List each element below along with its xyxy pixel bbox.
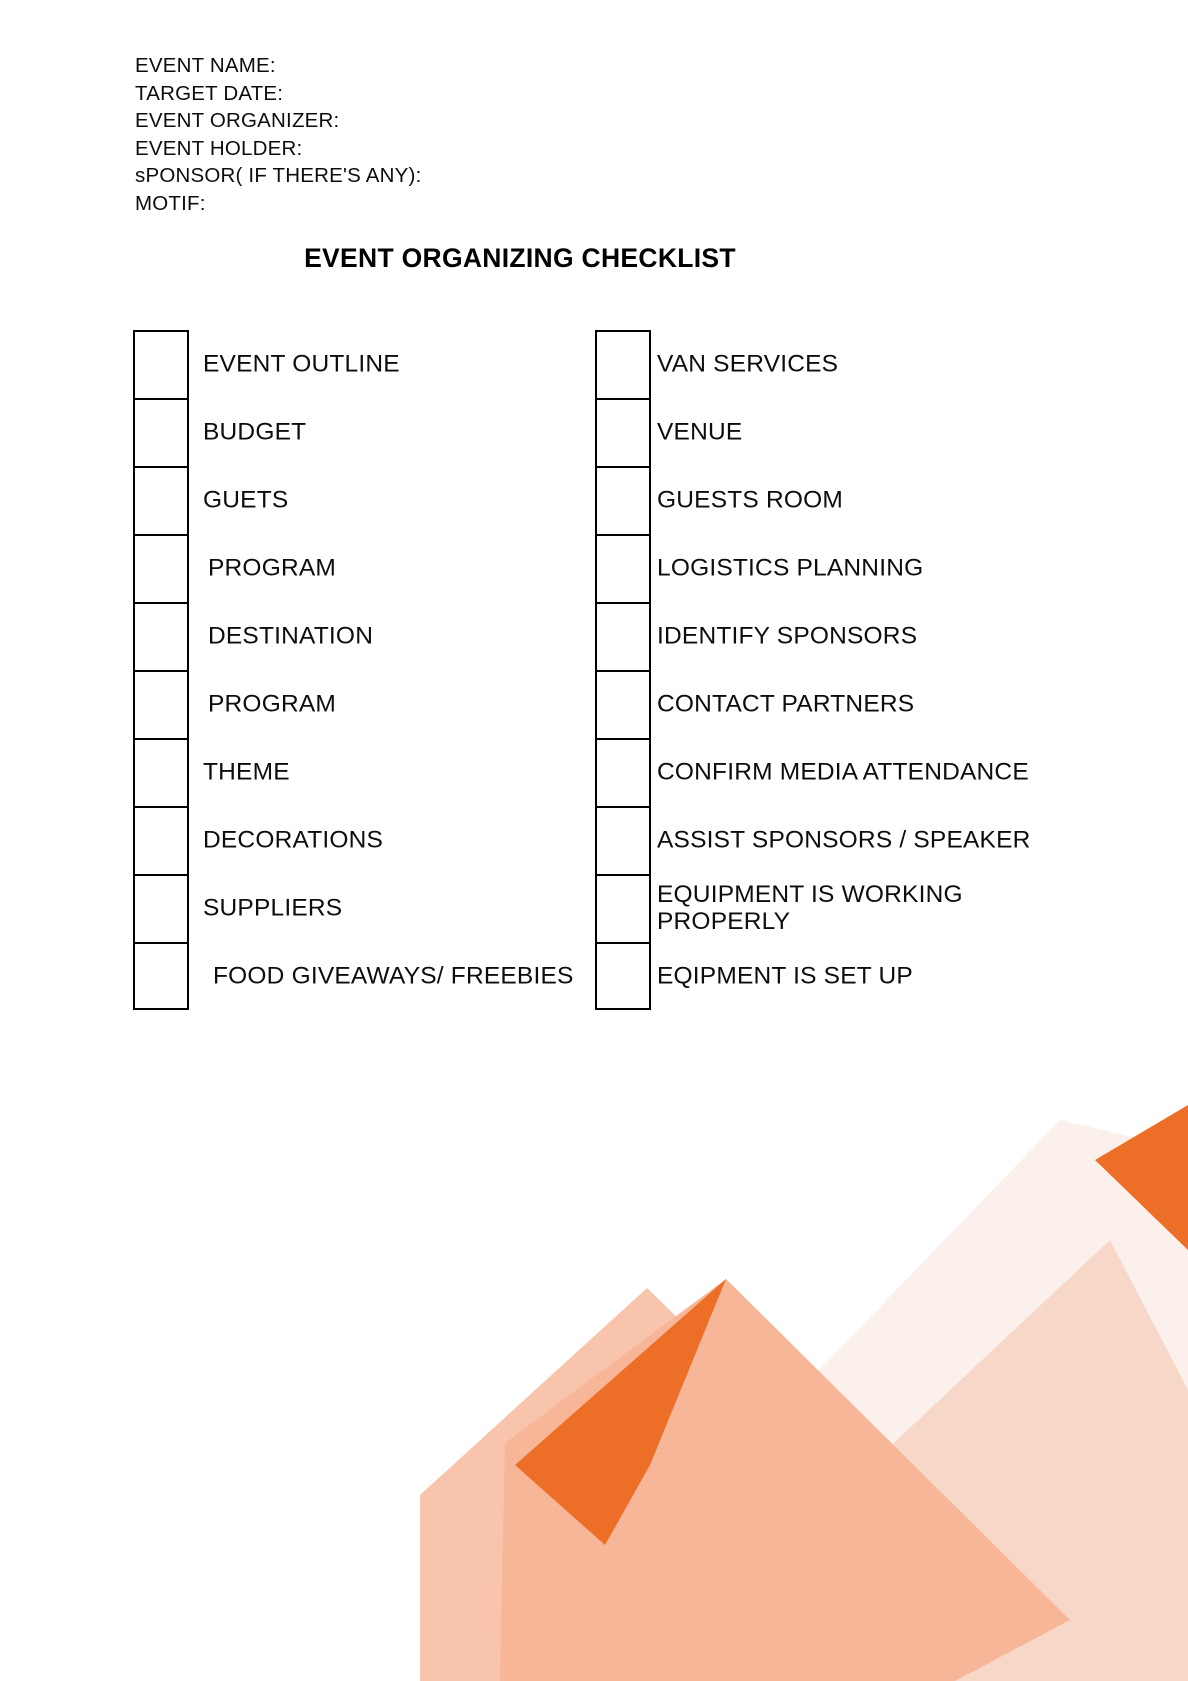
pale-wedge-shape bbox=[520, 1120, 1188, 1681]
checkbox-program-2[interactable] bbox=[133, 670, 189, 738]
checklist-item-label: EQUIPMENT IS WORKING PROPERLY bbox=[657, 881, 963, 935]
checklist-item-label: GUESTS ROOM bbox=[657, 486, 843, 514]
checklist-item-label: DESTINATION bbox=[208, 622, 374, 650]
field-motif: MOTIF: bbox=[135, 191, 206, 215]
checklist-item-label: VENUE bbox=[657, 418, 743, 446]
checklist-item-label: BUDGET bbox=[203, 418, 307, 446]
checklist-item-label: DECORATIONS bbox=[203, 826, 384, 854]
blush-rectangle-shape bbox=[640, 1240, 1188, 1681]
checkbox-food-giveaways[interactable] bbox=[133, 942, 189, 1010]
checklist-item-label: ASSIST SPONSORS / SPEAKER bbox=[657, 826, 1031, 854]
checklist-item-label: IDENTIFY SPONSORS bbox=[657, 622, 918, 650]
page-title: EVENT ORGANIZING CHECKLIST bbox=[304, 243, 736, 273]
checkbox-program-1[interactable] bbox=[133, 534, 189, 602]
orange-triangle-lower-shape bbox=[515, 1465, 650, 1545]
checklist-item-label: THEME bbox=[203, 758, 290, 786]
checklist-item-label: GUETS bbox=[203, 486, 289, 514]
checkbox-destination[interactable] bbox=[133, 602, 189, 670]
checklist-item-label: FOOD GIVEAWAYS/ FREEBIES bbox=[213, 962, 574, 990]
checkbox-budget[interactable] bbox=[133, 398, 189, 466]
checkbox-equipment-working-properly[interactable] bbox=[595, 874, 651, 942]
orange-corner-shape bbox=[1095, 1105, 1188, 1250]
checkbox-van-services[interactable] bbox=[595, 330, 651, 398]
checklist-item-label: LOGISTICS PLANNING bbox=[657, 554, 924, 582]
checklist-item-label: PROGRAM bbox=[208, 690, 336, 718]
orange-triangle-shape bbox=[515, 1279, 726, 1465]
peach-rectangle-shape bbox=[500, 1279, 1070, 1681]
checkbox-suppliers[interactable] bbox=[133, 874, 189, 942]
checklist-item-label: EVENT OUTLINE bbox=[203, 350, 400, 378]
salmon-rectangle-shape bbox=[420, 1288, 845, 1681]
checkbox-contact-partners[interactable] bbox=[595, 670, 651, 738]
field-event-organizer: EVENT ORGANIZER: bbox=[135, 109, 340, 132]
field-event-holder: EVENT HOLDER: bbox=[135, 136, 303, 160]
checklist-item-label: CONFIRM MEDIA ATTENDANCE bbox=[657, 758, 1029, 786]
checklist-item-label: PROGRAM bbox=[208, 554, 336, 582]
checkbox-decorations[interactable] bbox=[133, 806, 189, 874]
field-sponsor: sPONSOR( IF THERE'S ANY): bbox=[135, 164, 422, 187]
checkbox-guests-room[interactable] bbox=[595, 466, 651, 534]
checklist-item-label: EQIPMENT IS SET UP bbox=[657, 962, 913, 990]
checkbox-confirm-media-attendance[interactable] bbox=[595, 738, 651, 806]
checkbox-logistics-planning[interactable] bbox=[595, 534, 651, 602]
checkbox-assist-sponsors-speaker[interactable] bbox=[595, 806, 651, 874]
checkbox-guets[interactable] bbox=[133, 466, 189, 534]
checklist-item-label: SUPPLIERS bbox=[203, 894, 343, 922]
checklist-item-label: CONTACT PARTNERS bbox=[657, 690, 915, 718]
checkbox-event-outline[interactable] bbox=[133, 330, 189, 398]
checkbox-identify-sponsors[interactable] bbox=[595, 602, 651, 670]
checkbox-theme[interactable] bbox=[133, 738, 189, 806]
checklist-item-label: VAN SERVICES bbox=[657, 350, 839, 378]
field-target-date: TARGET DATE: bbox=[135, 81, 284, 105]
field-event-name: EVENT NAME: bbox=[135, 54, 276, 77]
checkbox-venue[interactable] bbox=[595, 398, 651, 466]
document-page: EVENT NAME: TARGET DATE: EVENT ORGANIZER… bbox=[0, 0, 1188, 1681]
header-fields: EVENT NAME: TARGET DATE: EVENT ORGANIZER… bbox=[135, 52, 421, 217]
checkbox-eqipment-set-up[interactable] bbox=[595, 942, 651, 1010]
